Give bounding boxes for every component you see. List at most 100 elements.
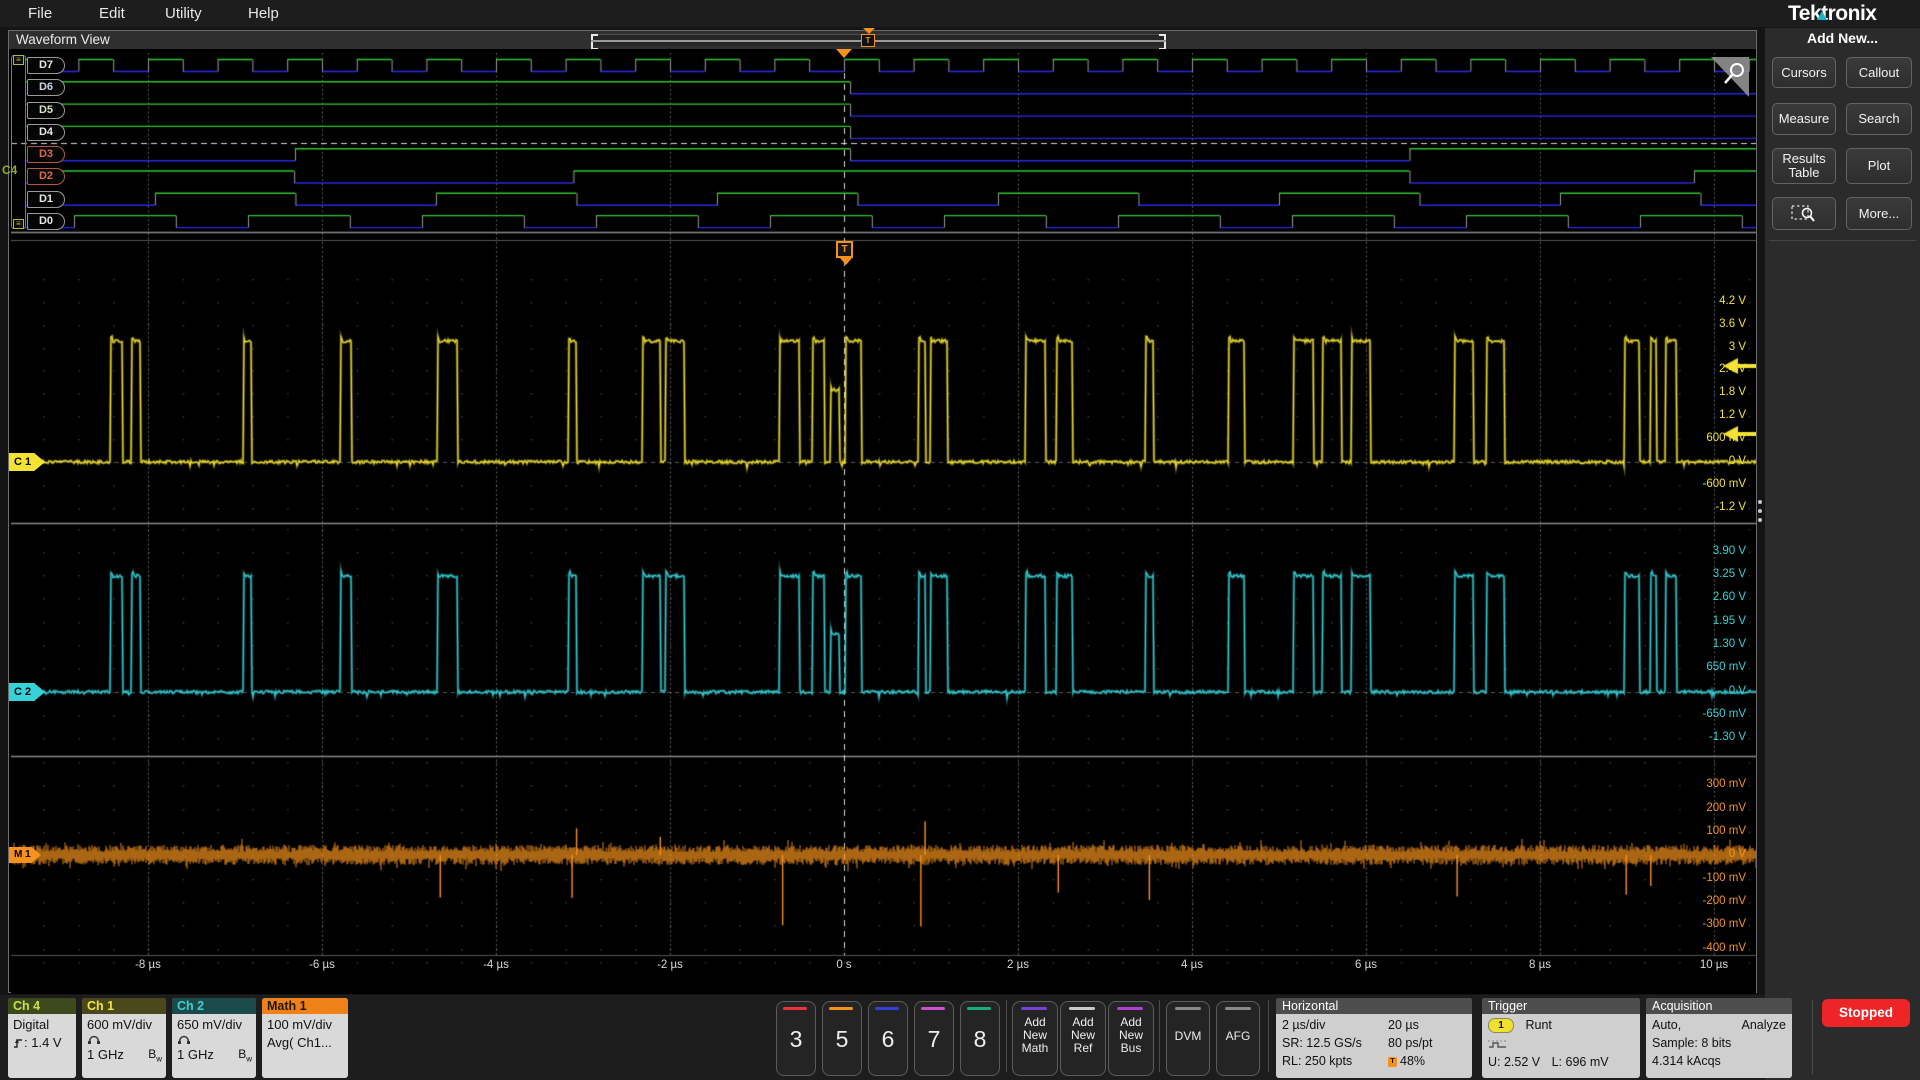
menu-edit[interactable]: Edit [99,0,125,27]
minimap-right-bracket[interactable] [1159,34,1166,50]
c2-axis-label: 2.60 V [1712,591,1746,603]
math1-badge-header: Math 1 [262,998,348,1014]
right-sidebar: Add New... Cursors Callout Measure Searc… [1765,28,1920,1080]
wave-button-3[interactable]: 3 [776,1001,816,1076]
horizontal-position-minimap[interactable]: T [591,28,1166,50]
m1-axis-label: -200 mV [1702,895,1746,907]
splitter-drag-handle[interactable] [1758,500,1762,527]
ch2-bw-limit: Bw [238,1047,252,1064]
wave-button-5[interactable]: 5 [822,1001,862,1076]
c1-axis-label: 4.2 V [1719,295,1746,307]
search-button[interactable]: Search [1846,103,1912,135]
logo-rest: tronix [1821,2,1877,25]
c1-axis-label: 2.4 V [1719,363,1746,375]
c1-axis-label: 0 V [1728,455,1746,467]
trigger-source-row: 1 Runt [1488,1018,1552,1034]
wave-button-8[interactable]: 8 [960,1001,1000,1076]
divider [1159,1000,1160,1072]
menu-bar: File Edit Utility Help [0,0,1920,27]
callout-button[interactable]: Callout [1846,57,1912,88]
time-axis-label: 8 µs [1529,959,1551,971]
ch2-badge[interactable]: Ch 2 650 mV/div 1 GHz Bw [172,998,256,1078]
c2-axis-label: -1.30 V [1708,731,1746,743]
digital-group-handle-bottom[interactable]: ≡ [13,219,24,229]
plot-button[interactable]: Plot [1846,148,1912,184]
trigger-upper-level: U: 2.52 V [1488,1055,1541,1069]
digital-label-d0[interactable]: D0 [27,213,65,230]
wave-button-7[interactable]: 7 [914,1001,954,1076]
menu-utility[interactable]: Utility [165,0,202,27]
digital-group-bracket[interactable]: ≡ ≡ [11,55,26,229]
horizontal-position: T 48% [1388,1054,1425,1068]
c2-axis-label: 1.30 V [1712,638,1746,650]
trigger-source-badge: 1 [1488,1018,1514,1034]
trigger-flag[interactable]: T [836,241,853,258]
magnifier-icon [1711,57,1749,97]
math1-badge[interactable]: Math 1 100 mV/div Avg( Ch1... [262,998,348,1078]
c1-axis-label: -1.2 V [1715,501,1746,513]
waveform-view-title: Waveform View [16,32,110,47]
wave-button-6[interactable]: 6 [868,1001,908,1076]
digital-label-d2[interactable]: D2 [27,168,65,185]
digital-label-d6[interactable]: D6 [27,79,65,96]
digital-label-d7[interactable]: D7 [27,57,65,74]
trigger-panel-title: Trigger [1482,998,1640,1014]
trigger-position-icon: T [1388,1056,1397,1067]
trigger-lower-level: L: 696 mV [1551,1055,1609,1069]
trigger-panel[interactable]: Trigger 1 Runt U: 2.52 V L: 696 mV [1482,998,1640,1078]
acquisition-panel[interactable]: Acquisition Auto, Analyze Sample: 8 bits… [1646,998,1792,1078]
add-new-ref-button[interactable]: Add New Ref [1060,1001,1106,1076]
divider [1268,1000,1269,1072]
time-axis-label: 0 s [836,959,852,971]
m1-axis-label: -400 mV [1702,942,1746,954]
digital-label-d3[interactable]: D3 [27,146,65,163]
afg-button[interactable]: AFG [1216,1001,1260,1076]
digital-label-d4[interactable]: D4 [27,124,65,141]
c1-axis-label: 3 V [1728,341,1746,353]
ch4-mode: Digital [13,1017,50,1032]
trigger-type: Runt [1525,1018,1552,1032]
c1-axis-label: 3.6 V [1719,318,1746,330]
c1-axis-label: -600 mV [1702,478,1746,490]
measure-button[interactable]: Measure [1772,103,1836,135]
m1-axis-label: 200 mV [1706,802,1746,814]
add-new-math-button[interactable]: Add New Math [1012,1001,1058,1076]
digital-label-d5[interactable]: D5 [27,102,65,119]
trigger-position-arrow-icon[interactable] [836,49,852,58]
add-new-bus-button[interactable]: Add New Bus [1108,1001,1154,1076]
horizontal-panel-title: Horizontal [1276,998,1472,1014]
more-button[interactable]: More... [1846,197,1912,230]
corner-zoom-flag[interactable] [1711,57,1749,102]
digital-label-d1[interactable]: D1 [27,191,65,208]
horizontal-sample-rate: SR: 12.5 GS/s [1282,1036,1362,1050]
m1-axis-label: 300 mV [1706,778,1746,790]
run-stop-status-button[interactable]: Stopped [1822,999,1910,1027]
ch1-badge[interactable]: Ch 1 600 mV/div 1 GHz Bw [82,998,166,1078]
m1-axis-label: -300 mV [1702,918,1746,930]
cursors-button[interactable]: Cursors [1772,57,1836,88]
logo-accent [1817,11,1827,20]
bottom-status-bar: Ch 4 Digital : 1.4 V Ch 1 600 mV/div 1 G… [0,995,1792,1080]
ch1-bw-limit: Bw [148,1047,162,1064]
menu-help[interactable]: Help [248,0,279,27]
horizontal-record-length: RL: 250 kpts [1282,1054,1353,1068]
horizontal-scale: 2 µs/div [1282,1018,1326,1032]
horizontal-panel[interactable]: Horizontal 2 µs/div 20 µs SR: 12.5 GS/s … [1276,998,1472,1078]
box-zoom-button[interactable] [1772,197,1836,230]
minimap-trigger-marker[interactable]: T [861,34,875,47]
menu-file[interactable]: File [28,0,52,27]
minimap-left-bracket[interactable] [591,34,598,50]
acquisition-count: 4.314 kAcqs [1652,1054,1721,1068]
runt-pulse-icon [1488,1040,1506,1048]
waveform-canvas[interactable] [11,49,1756,994]
results-table-button[interactable]: Results Table [1772,148,1836,184]
time-axis-label: -8 µs [135,959,161,971]
time-axis-label: 6 µs [1355,959,1377,971]
ch4-badge[interactable]: Ch 4 Digital : 1.4 V [8,998,76,1078]
math1-expression: Avg( Ch1... [267,1035,332,1050]
waveform-view-window: Waveform View T ≡ ≡ D7 D6 D5 D4 D3 D2 D1… [8,28,1757,994]
time-axis-label: -4 µs [483,959,509,971]
trigger-flag-point-icon [840,258,852,265]
dvm-button[interactable]: DVM [1166,1001,1210,1076]
digital-group-handle-top[interactable]: ≡ [13,55,24,65]
